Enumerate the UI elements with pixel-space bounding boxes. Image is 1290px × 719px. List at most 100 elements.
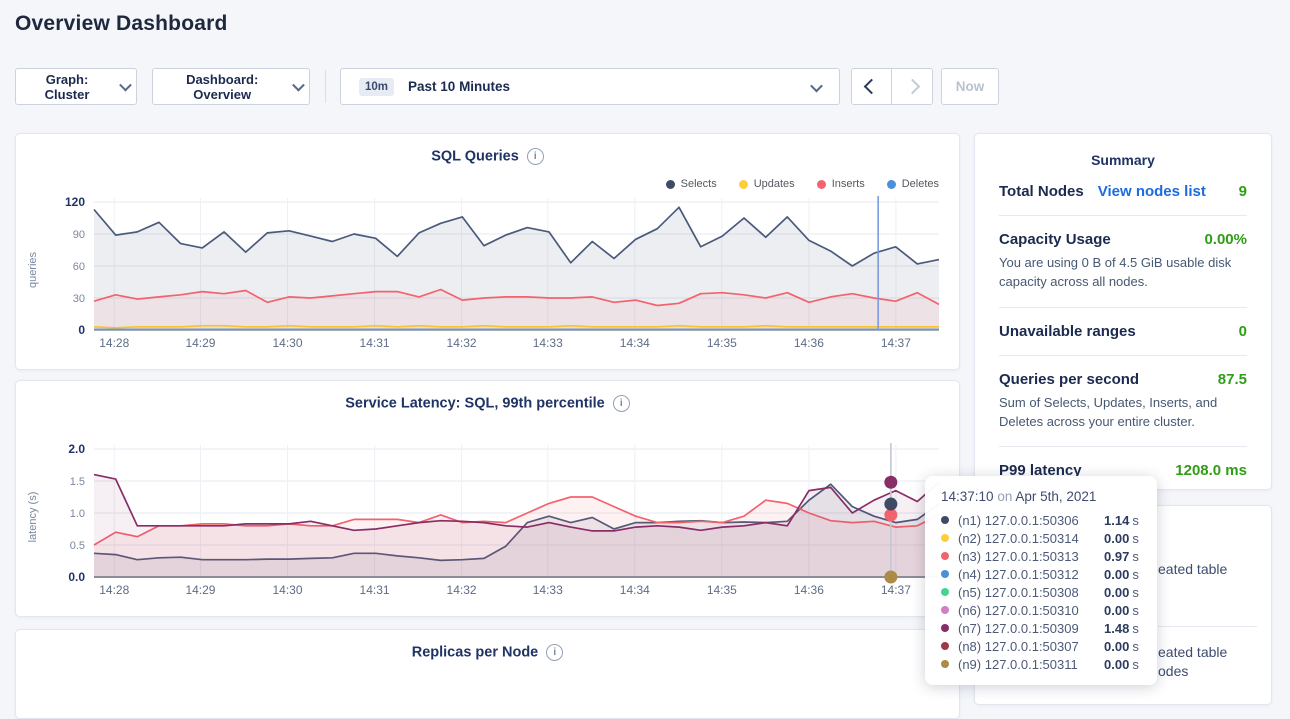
summary-divider: [999, 446, 1247, 447]
info-icon[interactable]: i: [527, 148, 544, 165]
legend-item-inserts[interactable]: Inserts: [817, 178, 865, 190]
svg-text:14:36: 14:36: [794, 336, 824, 350]
summary-row: Total Nodes View nodes list 9: [999, 183, 1247, 200]
node-color-dot-icon: [941, 534, 949, 542]
replicas-per-node-title: Replicas per Nodei: [16, 644, 959, 661]
summary-row: Queries per second87.5: [999, 371, 1247, 388]
next-range-button[interactable]: [892, 68, 933, 105]
summary-value: 0.00%: [1204, 231, 1247, 248]
summary-label: Total Nodes: [999, 183, 1084, 200]
summary-divider: [999, 355, 1247, 356]
svg-text:14:33: 14:33: [533, 583, 563, 597]
svg-text:60: 60: [73, 261, 85, 273]
tooltip-node-row: (n8) 127.0.0.1:503070.00s: [941, 637, 1141, 655]
svg-text:120: 120: [65, 195, 85, 209]
sql-queries-legend: Selects Updates Inserts Deletes: [666, 178, 939, 190]
summary-value: 87.5: [1218, 371, 1247, 388]
tooltip-node-row: (n6) 127.0.0.1:503100.00s: [941, 601, 1141, 619]
chevron-down-icon: [292, 79, 304, 91]
event-divider: [1158, 626, 1257, 627]
svg-text:14:36: 14:36: [794, 583, 824, 597]
sql-queries-chart[interactable]: 030609012014:2814:2914:3014:3114:3214:33…: [24, 192, 949, 360]
service-latency-chart[interactable]: 0.00.51.01.52.014:2814:2914:3014:3114:32…: [24, 439, 949, 607]
svg-text:14:33: 14:33: [533, 336, 563, 350]
svg-text:14:29: 14:29: [185, 583, 215, 597]
node-color-dot-icon: [941, 660, 949, 668]
svg-text:14:35: 14:35: [707, 336, 737, 350]
range-badge: 10m: [359, 78, 394, 96]
summary-value: 1208.0 ms: [1175, 462, 1247, 479]
tooltip-timestamp: 14:37:10 on Apr 5th, 2021: [941, 489, 1141, 504]
info-icon[interactable]: i: [546, 644, 563, 661]
graph-dropdown-label: Graph: Cluster: [22, 72, 112, 102]
replicas-per-node-card: Replicas per Nodei: [15, 629, 960, 719]
service-latency-card: Service Latency: SQL, 99th percentilei l…: [15, 380, 960, 617]
overview-dashboard-page: { "page": { "title": "Overview Dashboard…: [0, 0, 1290, 689]
summary-title: Summary: [999, 152, 1247, 168]
summary-description: Sum of Selects, Updates, Inserts, and De…: [999, 394, 1247, 432]
range-step-buttons: [851, 68, 933, 105]
svg-text:14:37: 14:37: [881, 336, 911, 350]
chevron-left-icon: [864, 79, 880, 95]
summary-row: Unavailable ranges 0: [999, 323, 1247, 340]
page-title: Overview Dashboard: [15, 12, 228, 36]
summary-label: Unavailable ranges: [999, 323, 1136, 340]
svg-text:14:35: 14:35: [707, 583, 737, 597]
now-button[interactable]: Now: [941, 68, 999, 105]
node-color-dot-icon: [941, 516, 949, 524]
svg-text:14:30: 14:30: [272, 583, 302, 597]
tooltip-node-row: (n7) 127.0.0.1:503091.48s: [941, 619, 1141, 637]
svg-text:30: 30: [73, 293, 85, 305]
svg-text:14:32: 14:32: [447, 336, 477, 350]
tooltip-node-row: (n3) 127.0.0.1:503130.97s: [941, 547, 1141, 565]
node-color-dot-icon: [941, 588, 949, 596]
node-color-dot-icon: [941, 552, 949, 560]
node-color-dot-icon: [941, 606, 949, 614]
tooltip-node-row: (n9) 127.0.0.1:503110.00s: [941, 655, 1141, 673]
dashboard-dropdown-label: Dashboard: Overview: [159, 72, 285, 102]
legend-item-updates[interactable]: Updates: [739, 178, 795, 190]
svg-text:14:30: 14:30: [272, 336, 302, 350]
event-item-fragment: eated table: [1158, 644, 1227, 660]
node-color-dot-icon: [941, 642, 949, 650]
svg-text:90: 90: [73, 229, 85, 241]
controls-bar: Graph: Cluster Dashboard: Overview 10m P…: [0, 68, 1290, 106]
svg-text:0.0: 0.0: [68, 570, 85, 584]
graph-dropdown[interactable]: Graph: Cluster: [15, 68, 137, 105]
range-label: Past 10 Minutes: [408, 79, 510, 94]
svg-text:14:28: 14:28: [99, 583, 129, 597]
summary-value: 0: [1239, 323, 1247, 340]
summary-card: Summary Total Nodes View nodes list 9 Capac…: [974, 133, 1272, 490]
svg-text:14:28: 14:28: [99, 336, 129, 350]
prev-range-button[interactable]: [851, 68, 892, 105]
controls-divider: [325, 70, 326, 103]
summary-value: 9: [1239, 183, 1247, 200]
node-color-dot-icon: [941, 570, 949, 578]
chevron-right-icon: [904, 79, 920, 95]
legend-item-deletes[interactable]: Deletes: [887, 178, 939, 190]
svg-text:14:31: 14:31: [360, 336, 390, 350]
event-item-fragment: eated table: [1158, 561, 1227, 577]
time-range-picker[interactable]: 10m Past 10 Minutes: [340, 68, 840, 105]
dashboard-dropdown[interactable]: Dashboard: Overview: [152, 68, 310, 105]
svg-text:14:31: 14:31: [360, 583, 390, 597]
summary-label: Capacity Usage: [999, 231, 1111, 248]
legend-dot-icon: [817, 180, 826, 189]
summary-row: Capacity Usage 0.00%: [999, 231, 1247, 248]
chart-tooltip: 14:37:10 on Apr 5th, 2021 (n1) 127.0.0.1…: [925, 476, 1157, 685]
tooltip-node-row: (n1) 127.0.0.1:503061.14s: [941, 511, 1141, 529]
summary-divider: [999, 307, 1247, 308]
svg-text:0.5: 0.5: [70, 540, 85, 552]
svg-text:14:32: 14:32: [447, 583, 477, 597]
svg-text:1.5: 1.5: [70, 476, 85, 488]
tooltip-node-row: (n4) 127.0.0.1:503120.00s: [941, 565, 1141, 583]
svg-text:1.0: 1.0: [70, 508, 85, 520]
info-icon[interactable]: i: [613, 395, 630, 412]
legend-dot-icon: [666, 180, 675, 189]
legend-item-selects[interactable]: Selects: [666, 178, 717, 190]
svg-text:14:34: 14:34: [620, 583, 650, 597]
sql-queries-title: SQL Queriesi: [16, 148, 959, 165]
view-nodes-list-link[interactable]: View nodes list: [1098, 183, 1206, 200]
event-item-fragment: odes: [1158, 663, 1188, 679]
summary-description: You are using 0 B of 4.5 GiB usable disk…: [999, 254, 1247, 292]
